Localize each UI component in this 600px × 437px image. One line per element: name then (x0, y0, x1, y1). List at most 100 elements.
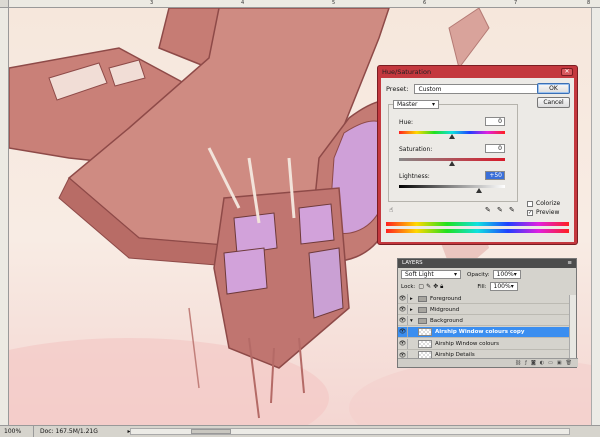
lock-pixels-icon[interactable]: ✎ (426, 283, 431, 290)
preview-label: Preview (536, 209, 560, 216)
layer-row-midground[interactable]: 👁︎ ▸ Midground (398, 305, 570, 315)
eyedropper-minus-icon[interactable]: ✎ (509, 206, 515, 214)
horizontal-ruler[interactable]: 3 4 5 6 7 8 (9, 0, 600, 8)
layer-name: Airship Window colours (435, 341, 499, 347)
colorize-row[interactable]: Colorize (527, 200, 560, 207)
visibility-eye-icon[interactable]: 👁︎ (398, 294, 408, 303)
saturation-slider-handle[interactable] (449, 161, 455, 166)
chevron-down-icon: ▾ (453, 271, 457, 278)
layer-name: Foreground (430, 295, 462, 302)
zoom-field[interactable]: 100% (0, 426, 34, 437)
ruler-label: 4 (241, 0, 245, 6)
preset-select[interactable]: Custom ▾ (414, 84, 545, 94)
lock-all-icon[interactable]: 🔒︎ (440, 283, 443, 291)
opacity-value: 100% (496, 271, 514, 278)
blend-row: Soft Light ▾ Opacity: 100% ▾ (401, 270, 521, 279)
hue-saturation-dialog: Hue/Saturation ✕ Preset: Custom ▾ E. OK … (377, 65, 578, 245)
lightness-field[interactable]: +50 (485, 171, 505, 180)
visibility-eye-icon[interactable]: 👁︎ (398, 351, 408, 358)
eyedropper-icon[interactable]: ✎ (485, 206, 491, 214)
ruler-label: 7 (514, 0, 518, 6)
preset-row: Preset: Custom ▾ E. (386, 84, 553, 94)
cancel-button[interactable]: Cancel (537, 97, 570, 108)
chevron-right-icon[interactable]: ▸ (410, 296, 416, 302)
fill-label: Fill: (477, 283, 487, 290)
visibility-eye-icon[interactable]: 👁︎ (398, 305, 408, 314)
opacity-label: Opacity: (467, 271, 490, 278)
folder-icon (418, 295, 427, 302)
layer-thumbnail (418, 340, 432, 348)
chevron-down-icon[interactable]: ▾ (410, 318, 416, 324)
adjustment-layer-icon[interactable]: ◐ (540, 360, 544, 366)
hue-field[interactable]: 0 (485, 117, 505, 126)
channel-value: Master (397, 101, 418, 108)
chevron-down-icon: ▾ (513, 271, 517, 278)
vertical-ruler[interactable] (0, 8, 9, 425)
panel-menu-icon[interactable]: ≡ (567, 260, 572, 267)
layers-tab[interactable]: LAYERS ≡ (398, 259, 576, 268)
adjustment-group: Master ▾ Hue: 0 Saturation: 0 Lightness:… (388, 100, 518, 202)
lock-position-icon[interactable]: ✥ (433, 283, 438, 290)
result-color-bar (386, 229, 569, 233)
ok-button[interactable]: OK (537, 83, 570, 94)
colorize-label: Colorize (536, 200, 561, 207)
fill-field[interactable]: 100% ▾ (489, 282, 518, 291)
lock-transparency-icon[interactable]: ▢ (418, 283, 424, 290)
lightness-slider-handle[interactable] (475, 188, 482, 193)
ruler-label: 6 (423, 0, 427, 6)
vertical-scrollbar[interactable] (591, 8, 600, 425)
document-size[interactable]: Doc: 167.5M/1.21G (34, 428, 124, 435)
blend-mode-value: Soft Light (405, 271, 434, 278)
layer-row-foreground[interactable]: 👁︎ ▸ Foreground (398, 294, 570, 304)
ruler-origin[interactable] (0, 0, 9, 8)
ruler-label: 5 (332, 0, 336, 6)
saturation-field[interactable]: 0 (485, 144, 505, 153)
visibility-eye-icon[interactable]: 👁︎ (398, 327, 408, 337)
fill-value: 100% (493, 283, 511, 290)
trash-icon[interactable]: 🗑︎ (566, 360, 572, 366)
visibility-eye-icon[interactable]: 👁︎ (398, 316, 408, 325)
fx-icon[interactable]: ƒ (525, 360, 527, 366)
new-layer-icon[interactable]: ▣ (557, 360, 562, 366)
status-bar: 100% Doc: 167.5M/1.21G ▸ (0, 425, 600, 437)
preset-label: Preset: (386, 85, 409, 93)
hand-adjust-icon[interactable]: ☝ (389, 206, 393, 214)
mask-icon[interactable]: ◙ (531, 360, 536, 366)
link-layers-icon[interactable]: ⛓ (515, 360, 521, 366)
colorize-checkbox[interactable] (527, 200, 533, 207)
layers-scrollbar[interactable] (569, 295, 576, 359)
layer-row-background[interactable]: 👁︎ ▾ Background (398, 316, 570, 326)
layers-tab-label: LAYERS (402, 260, 423, 266)
preview-checkbox[interactable]: ✓ (527, 209, 533, 216)
chevron-right-icon[interactable]: ▸ (410, 307, 416, 313)
eyedropper-plus-icon[interactable]: ✎ (497, 206, 503, 214)
folder-icon (418, 306, 427, 313)
lightness-slider[interactable] (399, 185, 505, 188)
dialog-body: Preset: Custom ▾ E. OK Cancel Master ▾ H… (381, 78, 574, 242)
layers-panel: LAYERS ≡ Soft Light ▾ Opacity: 100% ▾ Lo… (397, 258, 578, 368)
blend-mode-select[interactable]: Soft Light ▾ (401, 270, 461, 279)
horizontal-scroll-thumb[interactable] (191, 429, 231, 434)
layer-row-airship-window-colours-copy[interactable]: 👁︎ Airship Window colours copy (398, 327, 570, 338)
hue-label: Hue: (399, 119, 414, 126)
saturation-label: Saturation: (399, 146, 433, 153)
dialog-titlebar[interactable]: Hue/Saturation ✕ (378, 66, 577, 77)
ruler-label: 8 (587, 0, 591, 6)
opacity-field[interactable]: 100% ▾ (492, 270, 521, 279)
new-group-icon[interactable]: ▭ (548, 360, 553, 366)
channel-select[interactable]: Master ▾ (393, 100, 439, 109)
layer-name: Background (430, 317, 463, 324)
hue-slider-handle[interactable] (449, 134, 455, 139)
visibility-eye-icon[interactable]: 👁︎ (398, 339, 408, 349)
horizontal-scrollbar[interactable] (130, 428, 570, 435)
lock-label: Lock: (401, 283, 416, 290)
lightness-label: Lightness: (399, 173, 430, 180)
preview-row[interactable]: ✓ Preview (527, 209, 559, 216)
layer-row-airship-window-colours[interactable]: 👁︎ Airship Window colours (398, 339, 570, 350)
chevron-down-icon: ▾ (431, 101, 435, 108)
preset-value: Custom (418, 85, 442, 93)
close-icon[interactable]: ✕ (561, 68, 573, 76)
lock-row: Lock: ▢ ✎ ✥ 🔒︎ Fill: 100% ▾ (401, 282, 518, 291)
layer-name: Midground (430, 306, 460, 313)
chevron-down-icon: ▾ (510, 283, 514, 290)
